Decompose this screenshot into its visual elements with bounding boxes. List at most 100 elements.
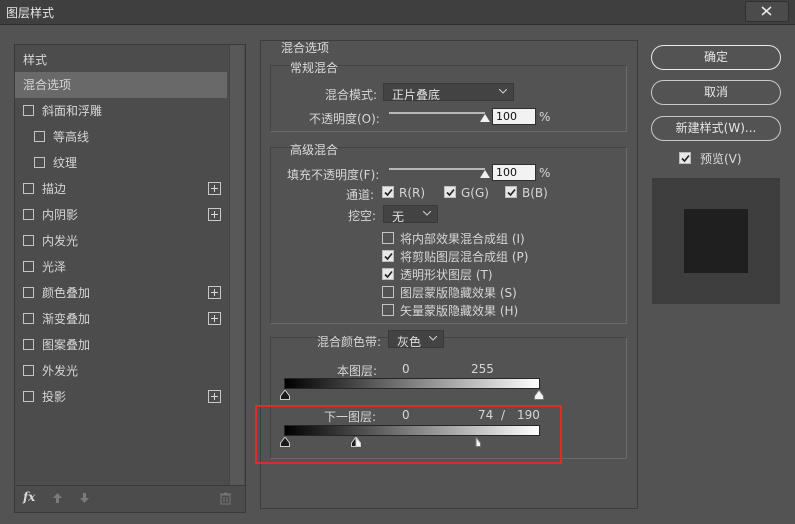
knockout-value: 无 (392, 210, 405, 224)
style-item[interactable]: 混合选项 (15, 72, 227, 98)
cancel-button[interactable]: 取消 (651, 80, 781, 105)
styles-header: 样式 (23, 53, 48, 67)
blend-if-value: 灰色 (397, 335, 422, 349)
check-icon (681, 154, 690, 163)
style-item[interactable]: 描边 (15, 176, 227, 202)
this-layer-high-value: 255 (471, 362, 494, 376)
style-item-label: 图案叠加 (42, 338, 91, 352)
dialog-title: 图层样式 (6, 6, 55, 20)
this-layer-white-handle[interactable] (534, 390, 544, 400)
highlight-annotation-box (255, 405, 562, 464)
style-item[interactable]: 外发光 (15, 358, 227, 384)
advanced-option-label: 透明形状图层 (T) (400, 268, 493, 282)
fill-opacity-input[interactable]: 100 (492, 164, 536, 181)
close-button[interactable] (745, 1, 789, 22)
style-preview-swatch (684, 209, 748, 273)
channels-label: 通道: (346, 188, 375, 202)
fill-opacity-slider[interactable] (389, 168, 485, 170)
chevron-down-icon (499, 89, 507, 94)
this-layer-gradient (284, 378, 540, 389)
add-effect-icon[interactable] (208, 182, 221, 195)
advanced-option-label: 矢量蒙版隐藏效果 (H) (400, 304, 519, 318)
style-item[interactable]: 投影 (15, 384, 227, 410)
channel-g-checkbox[interactable] (444, 186, 456, 198)
style-item[interactable]: 内发光 (15, 228, 227, 254)
style-item[interactable]: 颜色叠加 (15, 280, 227, 306)
style-item-checkbox[interactable] (23, 261, 34, 272)
style-item-checkbox[interactable] (23, 209, 34, 220)
style-item-checkbox[interactable] (23, 339, 34, 350)
chevron-down-icon (423, 211, 431, 216)
close-icon (761, 6, 772, 16)
channel-r-checkbox[interactable] (382, 186, 394, 198)
add-effect-icon[interactable] (208, 390, 221, 403)
opacity-value: 100 (496, 110, 517, 123)
add-effect-icon[interactable] (208, 312, 221, 325)
add-effect-icon[interactable] (208, 286, 221, 299)
fill-opacity-unit: % (539, 166, 551, 180)
style-item[interactable]: 等高线 (15, 124, 227, 150)
style-item-checkbox[interactable] (23, 183, 34, 194)
blend-mode-label: 混合模式: (325, 88, 378, 102)
advanced-option-checkbox[interactable] (382, 268, 394, 280)
style-item-label: 投影 (42, 390, 67, 404)
advanced-option-checkbox[interactable] (382, 232, 394, 244)
style-item-checkbox[interactable] (34, 157, 45, 168)
style-item-label: 斜面和浮雕 (42, 104, 103, 118)
style-item-checkbox[interactable] (23, 365, 34, 376)
blend-if-select[interactable]: 灰色 (388, 330, 444, 349)
blending-options-title: 混合选项 (281, 41, 330, 55)
style-item[interactable]: 渐变叠加 (15, 306, 227, 332)
knockout-select[interactable]: 无 (383, 205, 438, 224)
fill-opacity-slider-thumb[interactable] (480, 170, 490, 178)
move-up-icon[interactable] (52, 492, 63, 504)
style-item-checkbox[interactable] (23, 391, 34, 402)
style-item-checkbox[interactable] (23, 105, 34, 116)
style-item-label: 混合选项 (23, 78, 72, 92)
style-item-label: 描边 (42, 182, 67, 196)
move-down-icon[interactable] (79, 492, 90, 504)
style-item[interactable]: 内阴影 (15, 202, 227, 228)
style-item-checkbox[interactable] (23, 235, 34, 246)
style-item-label: 内发光 (42, 234, 79, 248)
style-item[interactable]: 纹理 (15, 150, 227, 176)
ok-button[interactable]: 确定 (651, 45, 781, 70)
fx-button[interactable]: fx (23, 490, 35, 504)
channel-b-label: B(B) (522, 186, 548, 200)
style-item-checkbox[interactable] (23, 313, 34, 324)
opacity-input[interactable]: 100 (492, 108, 536, 125)
opacity-slider-thumb[interactable] (480, 114, 490, 122)
style-item[interactable]: 光泽 (15, 254, 227, 280)
blend-mode-select[interactable]: 正片叠底 (383, 83, 514, 102)
this-layer-black-handle[interactable] (280, 390, 290, 400)
style-item[interactable]: 斜面和浮雕 (15, 98, 227, 124)
style-item-label: 内阴影 (42, 208, 79, 222)
fill-opacity-label: 填充不透明度(F): (287, 168, 380, 182)
styles-scrollbar[interactable] (229, 45, 244, 485)
layer-style-dialog: 图层样式 样式 混合选项斜面和浮雕等高线纹理描边内阴影内发光光泽 颜色叠加 渐变叠加… (0, 0, 795, 524)
check-icon (507, 188, 516, 197)
opacity-label: 不透明度(O): (309, 112, 380, 126)
preview-label: 预览(V) (700, 152, 742, 166)
style-item-checkbox[interactable] (34, 131, 45, 142)
channel-b-checkbox[interactable] (505, 186, 517, 198)
style-item[interactable]: 图案叠加 (15, 332, 227, 358)
advanced-option-label: 将内部效果混合成组 (I) (400, 232, 525, 246)
general-blending-title: 常规混合 (290, 61, 339, 75)
fill-opacity-value: 100 (496, 166, 517, 179)
advanced-option-checkbox[interactable] (382, 286, 394, 298)
new-style-button[interactable]: 新建样式(W)... (651, 116, 781, 141)
advanced-blending-title: 高级混合 (290, 143, 339, 157)
opacity-unit: % (539, 110, 551, 124)
style-item-label: 纹理 (53, 156, 78, 170)
opacity-slider[interactable] (389, 112, 485, 114)
preview-checkbox[interactable] (679, 152, 691, 164)
style-item-label: 等高线 (53, 130, 90, 144)
advanced-option-checkbox[interactable] (382, 304, 394, 316)
add-effect-icon[interactable] (208, 208, 221, 221)
blend-if-label: 混合颜色带: (317, 335, 382, 349)
advanced-option-checkbox[interactable] (382, 250, 394, 262)
trash-icon[interactable] (220, 492, 231, 505)
this-layer-label: 本图层: (337, 364, 378, 378)
style-item-checkbox[interactable] (23, 287, 34, 298)
